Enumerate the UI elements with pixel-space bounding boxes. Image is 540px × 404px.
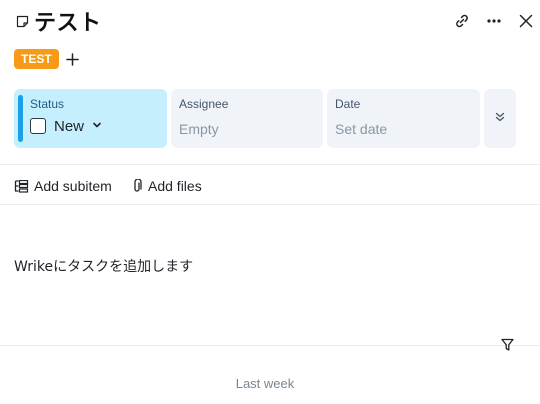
date-label: Date <box>335 97 361 111</box>
divider <box>0 164 540 165</box>
task-title[interactable]: テスト <box>34 5 102 37</box>
status-value: New <box>54 117 85 135</box>
more-horizontal-icon[interactable] <box>483 10 505 32</box>
assignee-value: Empty <box>179 121 219 137</box>
title-row: テスト <box>14 6 102 36</box>
task-description[interactable]: Wrikeにタスクを追加します <box>14 256 193 276</box>
link-icon[interactable] <box>451 10 473 32</box>
activity-period-label: Last week <box>235 376 295 391</box>
date-value: Set date <box>335 121 388 137</box>
double-chevron-down-icon <box>494 110 506 128</box>
document-icon <box>14 13 30 29</box>
tag-badge[interactable]: TEST <box>14 49 59 69</box>
date-field[interactable]: Date Set date <box>327 89 480 148</box>
status-label: Status <box>30 97 65 111</box>
filter-icon[interactable] <box>498 336 516 354</box>
add-files-action: Add files <box>131 178 202 194</box>
divider <box>0 345 540 346</box>
add-subitem-button[interactable]: Add subitem <box>14 176 112 196</box>
status-checkbox[interactable] <box>30 118 46 134</box>
assignee-label: Assignee <box>179 97 229 111</box>
close-icon[interactable] <box>515 10 537 32</box>
assignee-field[interactable]: Assignee Empty <box>171 89 323 148</box>
add-subitem-label: Add subitem <box>34 178 112 194</box>
divider <box>0 204 540 205</box>
add-subitem-action: Add subitem <box>14 178 112 194</box>
expand-fields-button[interactable] <box>484 89 516 148</box>
subitem-icon <box>14 179 29 193</box>
tag-row: TEST <box>14 48 81 70</box>
add-files-label: Add files <box>148 178 202 194</box>
add-tag-icon[interactable] <box>65 51 81 67</box>
status-dropdown[interactable]: New <box>30 117 159 135</box>
chevron-down-icon <box>92 117 102 135</box>
paperclip-icon <box>134 179 142 192</box>
add-files-button[interactable]: Add files <box>131 176 202 196</box>
status-color-bar <box>18 95 23 142</box>
status-field[interactable]: Status New <box>14 89 167 148</box>
